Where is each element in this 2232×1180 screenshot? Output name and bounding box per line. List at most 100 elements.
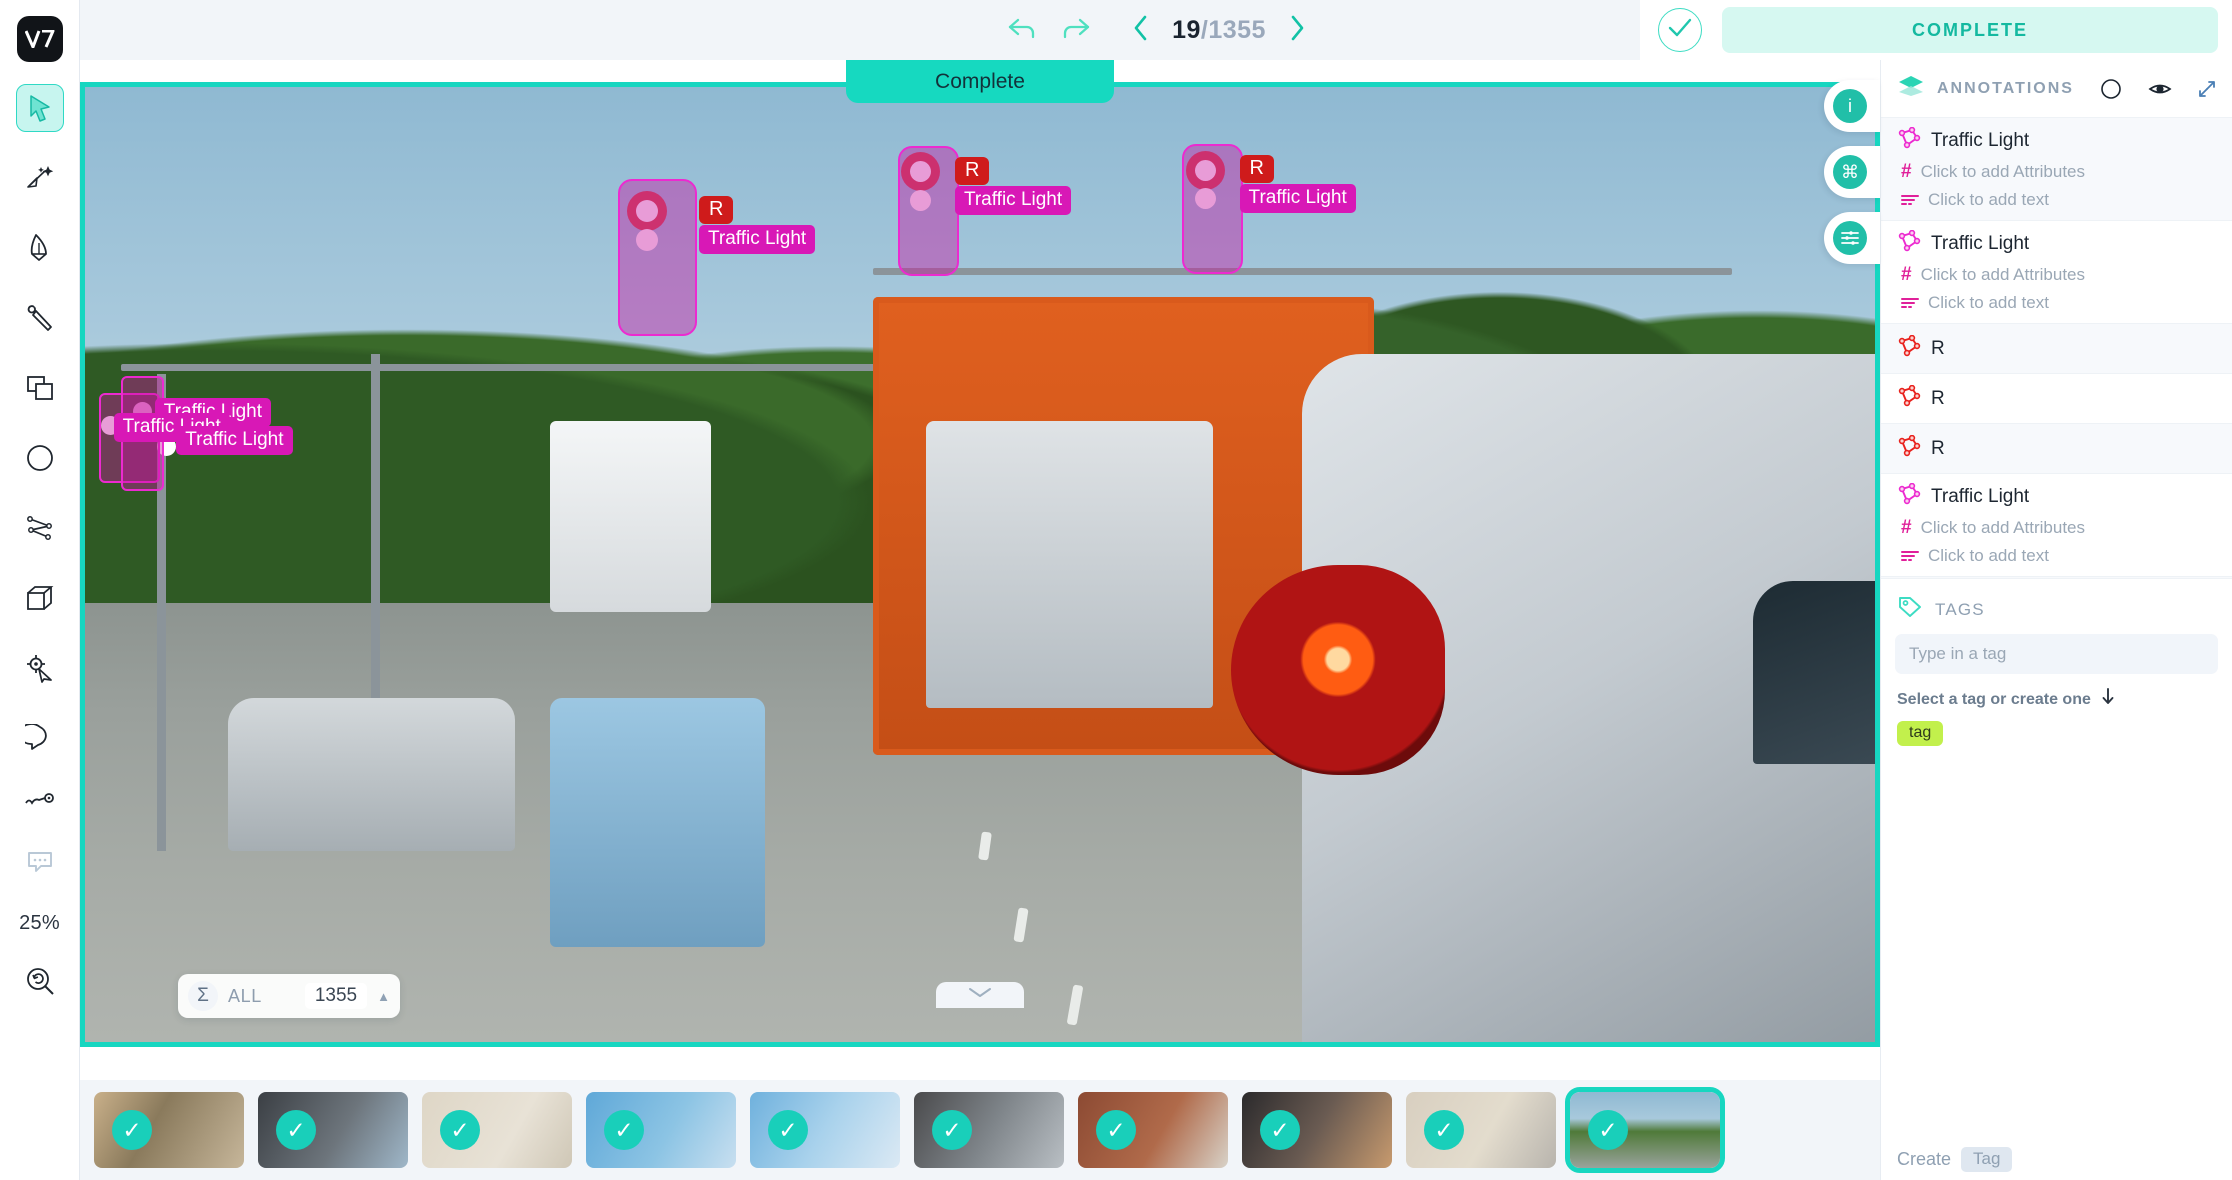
tags-section-header: TAGS — [1881, 578, 2232, 634]
list-item[interactable]: ✓ — [1406, 1092, 1556, 1168]
info-icon: i — [1833, 89, 1867, 123]
page-title: ANNOTATIONS — [1937, 79, 2074, 97]
comment-tool[interactable] — [16, 714, 64, 762]
caret-up-icon[interactable]: ▲ — [377, 989, 390, 1004]
info-button[interactable]: i — [1824, 80, 1880, 132]
next-image-button[interactable] — [1288, 14, 1306, 47]
list-item[interactable]: ✓ — [750, 1092, 900, 1168]
keypoint-tool[interactable] — [16, 644, 64, 692]
attributes-placeholder: Click to add Attributes — [1920, 265, 2085, 284]
text-row[interactable]: Click to add text — [1897, 190, 2216, 210]
canvas-area: R Traffic Light R Traffic Light R Traffi… — [80, 60, 1880, 1080]
complete-button[interactable]: COMPLETE — [1722, 7, 2218, 53]
bounding-box-tool[interactable] — [16, 364, 64, 412]
auto-annotate-tool[interactable] — [16, 154, 64, 202]
complete-status-check — [1658, 8, 1702, 52]
list-item[interactable]: Traffic Light # Click to add Attributes … — [1881, 474, 2232, 577]
polygon-icon — [1897, 334, 1921, 362]
undo-button[interactable] — [1006, 17, 1038, 44]
settings-button[interactable] — [1824, 212, 1880, 264]
reset-zoom-button[interactable] — [16, 957, 64, 1005]
list-item[interactable]: R — [1881, 424, 2232, 474]
annotation-box-traffic-light-3[interactable] — [1182, 144, 1244, 275]
chevron-right-icon — [1288, 14, 1306, 47]
tag-chip[interactable]: tag — [1897, 721, 1944, 746]
annotation-row[interactable]: R — [1897, 384, 2216, 412]
prev-image-button[interactable] — [1132, 14, 1150, 47]
annotation-chip-label-1[interactable]: Traffic Light — [698, 225, 816, 255]
magic-wand-icon — [25, 163, 55, 193]
annotation-row[interactable]: R — [1897, 334, 2216, 362]
annotation-row[interactable]: Traffic Light — [1897, 126, 2216, 154]
text-comment-tool[interactable] — [16, 838, 64, 886]
create-tag-button[interactable]: Tag — [1961, 1147, 2013, 1172]
frame-count-bar[interactable]: Σ ALL 1355 ▲ — [178, 974, 400, 1018]
redo-button[interactable] — [1060, 17, 1092, 44]
list-item[interactable]: R — [1881, 324, 2232, 374]
annotation-row[interactable]: R — [1897, 434, 2216, 462]
silver-car-left — [228, 698, 515, 851]
tag-hint: Select a tag or create one — [1881, 674, 2232, 721]
shortcuts-button[interactable]: ⌘ — [1824, 146, 1880, 198]
brush-tool[interactable] — [16, 294, 64, 342]
circle-icon[interactable] — [2100, 78, 2122, 100]
gantry-left — [120, 363, 909, 371]
select-tool[interactable] — [15, 84, 64, 132]
annotation-chip-label-2[interactable]: Traffic Light — [954, 186, 1072, 216]
list-item[interactable]: ✓ — [1242, 1092, 1392, 1168]
list-item[interactable]: R — [1881, 374, 2232, 424]
white-truck — [550, 421, 712, 613]
annotation-list[interactable]: Traffic Light # Click to add Attributes … — [1881, 118, 2232, 578]
pen-tool[interactable] — [16, 224, 64, 272]
create-label: Create — [1897, 1149, 1952, 1169]
list-item-selected[interactable]: ✓ — [1565, 1087, 1725, 1173]
list-item[interactable]: Traffic Light # Click to add Attributes … — [1881, 118, 2232, 221]
list-item[interactable]: ✓ — [94, 1092, 244, 1168]
keypoint-skeleton-tool[interactable] — [16, 776, 64, 824]
annotation-label: R — [1931, 337, 1945, 359]
attributes-row[interactable]: # Click to add Attributes — [1897, 161, 2216, 183]
ellipse-tool[interactable] — [16, 434, 64, 482]
polygon-icon — [1897, 126, 1921, 154]
annotation-chip-label-6[interactable]: Traffic Light — [176, 426, 293, 456]
circle-icon — [26, 444, 54, 472]
annotation-row[interactable]: Traffic Light — [1897, 482, 2216, 510]
list-item[interactable]: Traffic Light # Click to add Attributes … — [1881, 221, 2232, 324]
filmstrip[interactable]: ✓ ✓ ✓ ✓ ✓ ✓ ✓ ✓ ✓ ✓ — [80, 1080, 1880, 1180]
tag-input[interactable]: Type in a tag — [1895, 634, 2218, 674]
list-item[interactable]: ✓ — [422, 1092, 572, 1168]
text-row[interactable]: Click to add text — [1897, 293, 2216, 313]
dots-bubble-icon — [26, 850, 54, 874]
annotation-chip-state-1[interactable]: R — [698, 195, 734, 224]
annotations-panel: ANNOTATIONS Traffic Light # Click to add… — [1880, 60, 2232, 1180]
text-row[interactable]: Click to add text — [1897, 546, 2216, 566]
annotation-chip-label-3[interactable]: Traffic Light — [1239, 184, 1356, 214]
attributes-row[interactable]: # Click to add Attributes — [1897, 517, 2216, 539]
filmstrip-collapse-button[interactable] — [936, 982, 1024, 1008]
v7-logo[interactable] — [16, 16, 63, 62]
attributes-row[interactable]: # Click to add Attributes — [1897, 264, 2216, 286]
annotation-box-traffic-light-1[interactable] — [618, 178, 698, 337]
annotation-box-traffic-light-2[interactable] — [897, 146, 959, 277]
expand-arrows-icon[interactable] — [2198, 80, 2216, 98]
annotation-chip-state-3[interactable]: R — [1239, 154, 1274, 183]
thumb-check-icon: ✓ — [1588, 1110, 1628, 1150]
sigma-icon: Σ — [188, 981, 218, 1011]
cuboid-tool[interactable] — [16, 574, 64, 622]
attributes-placeholder: Click to add Attributes — [1920, 162, 2085, 181]
eye-icon[interactable] — [2148, 81, 2172, 97]
polyline-tool[interactable] — [16, 504, 64, 552]
frame-filter-label: ALL — [228, 985, 262, 1006]
list-item[interactable]: ✓ — [258, 1092, 408, 1168]
canvas-float-buttons: i ⌘ — [1824, 80, 1880, 264]
cube-icon — [25, 584, 55, 612]
text-placeholder: Click to add text — [1928, 293, 2049, 312]
annotation-row[interactable]: Traffic Light — [1897, 229, 2216, 257]
list-item[interactable]: ✓ — [1078, 1092, 1228, 1168]
list-item[interactable]: ✓ — [914, 1092, 1064, 1168]
list-item[interactable]: ✓ — [586, 1092, 736, 1168]
tag-input-placeholder: Type in a tag — [1909, 644, 2007, 663]
image-canvas[interactable]: R Traffic Light R Traffic Light R Traffi… — [80, 82, 1880, 1047]
thumb-check-icon: ✓ — [440, 1110, 480, 1150]
annotation-chip-state-2[interactable]: R — [954, 156, 990, 185]
